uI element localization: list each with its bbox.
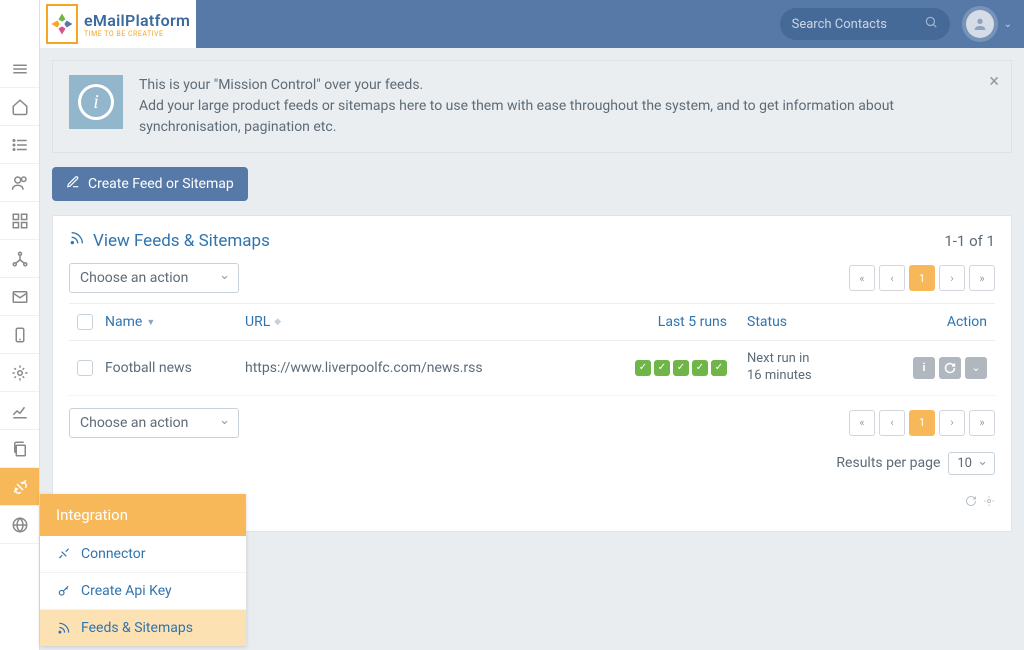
brand-name: eMailPlatform <box>84 11 190 30</box>
record-count: 1-1 of 1 <box>944 232 995 250</box>
flyout-item-label: Create Api Key <box>81 583 172 599</box>
col-url-header[interactable]: URL◆ <box>245 314 617 330</box>
run-success-icon: ✓ <box>654 360 670 376</box>
rail-gear-icon[interactable] <box>0 354 39 392</box>
pager-prev[interactable]: ‹ <box>879 265 905 291</box>
sidebar-rail: Integration Connector Create Api Key Fee… <box>0 0 40 650</box>
info-panel: i This is your "Mission Control" over yo… <box>52 60 1012 153</box>
integration-flyout: Integration Connector Create Api Key Fee… <box>40 494 246 646</box>
row-last5: ✓ ✓ ✓ ✓ ✓ <box>617 360 727 376</box>
rail-menu-icon[interactable] <box>0 50 39 88</box>
rail-home-icon[interactable] <box>0 88 39 126</box>
chevron-down-icon: ⌄ <box>1004 19 1012 30</box>
col-action-header: Action <box>887 314 987 330</box>
top-toolbar: Choose an action « ‹ 1 › » <box>69 263 995 293</box>
rail-chart-icon[interactable] <box>0 392 39 430</box>
rail-integration-icon[interactable] <box>0 468 39 506</box>
sort-desc-icon: ▼ <box>146 317 155 328</box>
flyout-item-feeds[interactable]: Feeds & Sitemaps <box>40 610 246 646</box>
pager-next[interactable]: › <box>939 410 965 436</box>
pager-first[interactable]: « <box>849 410 875 436</box>
row-url: https://www.liverpoolfc.com/news.rss <box>245 360 617 376</box>
flyout-item-connector[interactable]: Connector <box>40 536 246 573</box>
feeds-card: View Feeds & Sitemaps 1-1 of 1 Choose an… <box>52 215 1012 532</box>
section-title: View Feeds & Sitemaps <box>93 231 270 251</box>
table-header: Name▼ URL◆ Last 5 runs Status Action <box>69 303 995 341</box>
row-checkbox[interactable] <box>77 360 93 376</box>
rail-list-icon[interactable] <box>0 126 39 164</box>
rail-copy-icon[interactable] <box>0 430 39 468</box>
results-per-page-select[interactable]: 10 <box>948 452 995 475</box>
col-name-header[interactable]: Name▼ <box>105 314 245 330</box>
card-refresh-icon[interactable] <box>965 495 977 511</box>
table-row: Football news https://www.liverpoolfc.co… <box>69 341 995 396</box>
pager-last[interactable]: » <box>969 265 995 291</box>
sort-neutral-icon: ◆ <box>274 317 281 327</box>
create-feed-button[interactable]: Create Feed or Sitemap <box>52 167 248 201</box>
rail-users-icon[interactable] <box>0 164 39 202</box>
search-placeholder: Search Contacts <box>792 17 887 32</box>
row-name: Football news <box>105 360 245 376</box>
info-icon: i <box>69 75 123 129</box>
col-runs-header[interactable]: Last 5 runs <box>617 314 727 330</box>
pager-last[interactable]: » <box>969 410 995 436</box>
rail-mobile-icon[interactable] <box>0 316 39 354</box>
bottom-pager: « ‹ 1 › » <box>849 410 995 436</box>
flyout-item-label: Feeds & Sitemaps <box>81 620 193 636</box>
search-input[interactable]: Search Contacts <box>780 8 950 40</box>
flyout-item-label: Connector <box>81 546 145 562</box>
results-per-page-row: Results per page 10 <box>69 452 995 475</box>
info-line-2: Add your large product feeds or sitemaps… <box>139 96 959 138</box>
rail-globe-icon[interactable] <box>0 506 39 544</box>
avatar-icon <box>966 10 994 38</box>
rss-icon <box>69 230 85 251</box>
pager-next[interactable]: › <box>939 265 965 291</box>
rail-flow-icon[interactable] <box>0 240 39 278</box>
search-icon <box>924 15 938 33</box>
pager-first[interactable]: « <box>849 265 875 291</box>
top-bar: eMailPlatform TIME TO BE CREATIVE Search… <box>40 0 1024 48</box>
results-label: Results per page <box>836 455 940 471</box>
run-success-icon: ✓ <box>635 360 651 376</box>
run-success-icon: ✓ <box>692 360 708 376</box>
profile-menu[interactable] <box>962 6 998 42</box>
flyout-title: Integration <box>40 494 246 536</box>
create-feed-label: Create Feed or Sitemap <box>88 176 234 192</box>
edit-icon <box>66 175 80 193</box>
logo-mark <box>46 4 78 44</box>
feeds-table: Name▼ URL◆ Last 5 runs Status Action Foo… <box>69 303 995 396</box>
close-icon[interactable]: × <box>989 71 999 92</box>
pager-current[interactable]: 1 <box>909 410 935 436</box>
rail-grid-icon[interactable] <box>0 202 39 240</box>
refresh-action-button[interactable] <box>939 357 961 379</box>
bulk-action-select-bottom[interactable]: Choose an action <box>69 408 239 438</box>
select-all-checkbox[interactable] <box>77 314 93 330</box>
rail-mail-icon[interactable] <box>0 278 39 316</box>
run-success-icon: ✓ <box>711 360 727 376</box>
col-status-header[interactable]: Status <box>727 314 887 330</box>
card-gear-icon[interactable] <box>983 495 995 511</box>
logo[interactable]: eMailPlatform TIME TO BE CREATIVE <box>40 0 196 48</box>
flyout-item-api-key[interactable]: Create Api Key <box>40 573 246 610</box>
info-line-1: This is your "Mission Control" over your… <box>139 75 959 96</box>
bulk-action-label: Choose an action <box>80 415 188 431</box>
card-title-row: View Feeds & Sitemaps 1-1 of 1 <box>69 230 995 251</box>
info-action-button[interactable]: i <box>913 357 935 379</box>
key-icon <box>56 584 71 598</box>
bottom-toolbar: Choose an action « ‹ 1 › » <box>69 408 995 438</box>
run-success-icon: ✓ <box>673 360 689 376</box>
logo-text: eMailPlatform TIME TO BE CREATIVE <box>84 11 190 38</box>
top-pager: « ‹ 1 › » <box>849 265 995 291</box>
row-status: Next run in 16 minutes <box>727 351 887 385</box>
bulk-action-select[interactable]: Choose an action <box>69 263 239 293</box>
plug-icon <box>56 547 71 561</box>
pager-prev[interactable]: ‹ <box>879 410 905 436</box>
rss-icon <box>56 621 71 635</box>
more-action-button[interactable]: ⌄ <box>965 357 987 379</box>
row-actions: i ⌄ <box>887 357 987 379</box>
info-text: This is your "Mission Control" over your… <box>139 75 959 138</box>
pager-current[interactable]: 1 <box>909 265 935 291</box>
bulk-action-label: Choose an action <box>80 270 188 286</box>
brand-tagline: TIME TO BE CREATIVE <box>84 30 190 38</box>
